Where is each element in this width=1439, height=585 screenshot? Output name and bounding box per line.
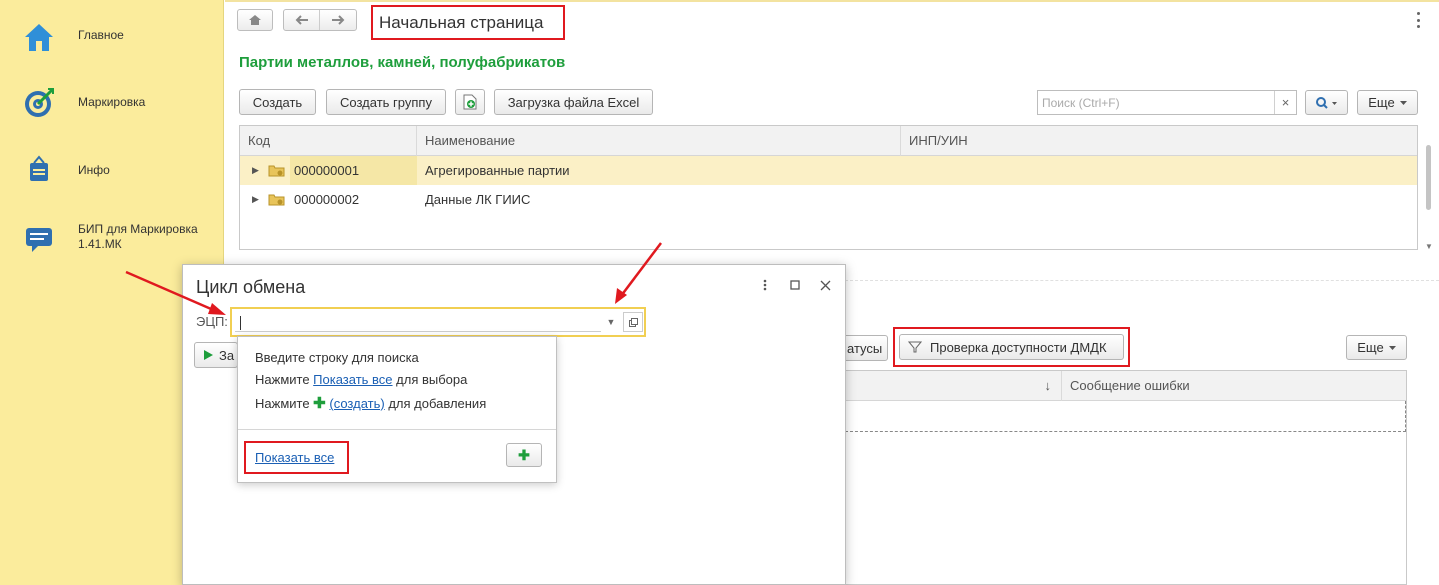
annotation-arrow-left — [125, 270, 226, 315]
annotation-arrows — [125, 242, 662, 315]
annotation-arrow-right — [615, 242, 662, 304]
